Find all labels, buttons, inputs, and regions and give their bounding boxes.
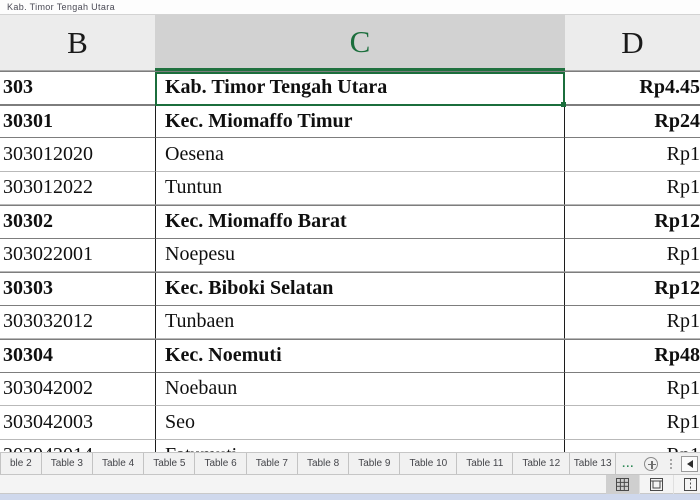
cell-d[interactable]: Rp1 [565, 138, 700, 172]
cell-b[interactable]: 30303 [0, 273, 155, 306]
formula-bar[interactable]: Kab. Timor Tengah Utara [0, 0, 700, 15]
cell-b[interactable]: 303042014 [0, 440, 155, 452]
cell-c[interactable]: Kec. Noemuti [155, 340, 565, 373]
cell-b[interactable]: 30302 [0, 206, 155, 239]
sheet-menu-button[interactable] [662, 453, 680, 474]
sheet-tab[interactable]: Table 11 [457, 453, 514, 474]
cell-d[interactable]: Rp1 [565, 239, 700, 272]
column-header-c[interactable]: C [155, 15, 565, 71]
sheet-tab-bar[interactable]: ble 2 Table 3 Table 4 Table 5 Table 6 Ta… [0, 452, 700, 475]
add-sheet-button[interactable] [640, 453, 662, 474]
cell-b[interactable]: 303042002 [0, 373, 155, 406]
page-layout-icon [650, 478, 663, 491]
cell-c[interactable]: Noepesu [155, 238, 565, 272]
page-break-view-button[interactable] [674, 475, 700, 494]
sheet-tabs-overflow-icon[interactable]: ... [616, 453, 640, 474]
cell-c[interactable]: Tuntun [155, 171, 565, 205]
sheet-tab[interactable]: Table 13 [570, 453, 617, 474]
column-header-b[interactable]: B [0, 15, 155, 71]
triangle-left-icon [686, 460, 693, 468]
cell-c[interactable]: Kab. Timor Tengah Utara [155, 72, 565, 105]
table-row[interactable]: 303022001 Noepesu Rp1 [0, 238, 700, 272]
table-row[interactable]: 303012022 Tuntun Rp1 [0, 171, 700, 205]
table-row[interactable]: 30301 Kec. Miomaffo Timur Rp24 [0, 104, 700, 138]
cell-b[interactable]: 303022001 [0, 239, 155, 272]
formula-bar-value[interactable]: Kab. Timor Tengah Utara [0, 0, 115, 15]
kebab-dot-icon [670, 466, 673, 469]
sheet-tab[interactable]: Table 10 [400, 453, 458, 474]
cell-d[interactable]: Rp12 [565, 206, 700, 239]
column-header-row: B C D [0, 15, 700, 71]
kebab-dot-icon [670, 458, 673, 461]
sheet-tab[interactable]: Table 12 [513, 453, 571, 474]
cell-d[interactable]: Rp48 [565, 340, 700, 373]
table-row[interactable]: 30304 Kec. Noemuti Rp48 [0, 339, 700, 373]
cell-b[interactable]: 303 [0, 72, 155, 105]
page-break-icon [684, 478, 697, 491]
spreadsheet-window: Kab. Timor Tengah Utara B C D 303 Kab. T… [0, 0, 700, 500]
cell-d[interactable]: Rp1 [565, 406, 700, 440]
normal-view-button[interactable] [606, 475, 640, 494]
status-bar [0, 475, 700, 494]
sheet-tab[interactable]: Table 8 [298, 453, 350, 474]
sheet-tab[interactable]: Table 9 [349, 453, 401, 474]
cell-c[interactable]: Fatumuti [155, 439, 565, 452]
cell-d[interactable]: Rp12 [565, 273, 700, 306]
page-layout-view-button[interactable] [640, 475, 674, 494]
cell-b[interactable]: 303042003 [0, 406, 155, 440]
cell-d[interactable]: Rp1 [565, 373, 700, 406]
plus-circle-icon [644, 456, 659, 471]
cell-d[interactable]: Rp1 [565, 306, 700, 339]
grid-icon [616, 478, 629, 491]
cell-c[interactable]: Seo [155, 406, 565, 440]
cell-c[interactable]: Kec. Miomaffo Timur [155, 105, 565, 138]
sheet-tab[interactable]: Table 5 [144, 453, 196, 474]
kebab-dot-icon [670, 462, 673, 465]
table-row[interactable]: 303042002 Noebaun Rp1 [0, 372, 700, 406]
table-row[interactable]: 30302 Kec. Miomaffo Barat Rp12 [0, 205, 700, 239]
sheet-tab[interactable]: Table 4 [93, 453, 145, 474]
cell-c[interactable]: Noebaun [155, 372, 565, 406]
table-row[interactable]: 303042003 Seo Rp1 [0, 406, 700, 440]
cell-grid[interactable]: 303 Kab. Timor Tengah Utara Rp4.45 30301… [0, 71, 700, 452]
sheet-tab[interactable]: Table 3 [42, 453, 93, 474]
sheet-tab[interactable]: Table 7 [247, 453, 298, 474]
view-switcher[interactable] [606, 475, 700, 494]
table-row[interactable]: 303 Kab. Timor Tengah Utara Rp4.45 [0, 71, 700, 107]
cell-b[interactable]: 303032012 [0, 306, 155, 339]
cell-d[interactable]: Rp1 [565, 440, 700, 452]
table-row[interactable]: 30303 Kec. Biboki Selatan Rp12 [0, 272, 700, 306]
window-bottom-edge [0, 494, 700, 500]
cell-d[interactable]: Rp24 [565, 106, 700, 138]
table-row[interactable]: 303032012 Tunbaen Rp1 [0, 305, 700, 339]
cell-c[interactable]: Kec. Biboki Selatan [155, 273, 565, 306]
cell-b[interactable]: 303012022 [0, 172, 155, 205]
cell-b[interactable]: 303012020 [0, 138, 155, 172]
sheet-tab[interactable]: ble 2 [0, 453, 42, 474]
cell-d[interactable]: Rp4.45 [565, 72, 700, 105]
sheet-tab[interactable]: Table 6 [195, 453, 247, 474]
cell-c[interactable]: Kec. Miomaffo Barat [155, 206, 565, 239]
fill-handle[interactable] [561, 102, 566, 107]
cell-b[interactable]: 30301 [0, 106, 155, 138]
table-row[interactable]: 303012020 Oesena Rp1 [0, 138, 700, 172]
cell-c[interactable]: Tunbaen [155, 305, 565, 339]
scroll-tabs-left-button[interactable] [681, 456, 698, 472]
cell-c[interactable]: Oesena [155, 138, 565, 172]
cell-b[interactable]: 30304 [0, 340, 155, 373]
table-row[interactable]: 303042014 Fatumuti Rp1 [0, 439, 700, 452]
column-header-d[interactable]: D [565, 15, 700, 71]
cell-d[interactable]: Rp1 [565, 172, 700, 205]
